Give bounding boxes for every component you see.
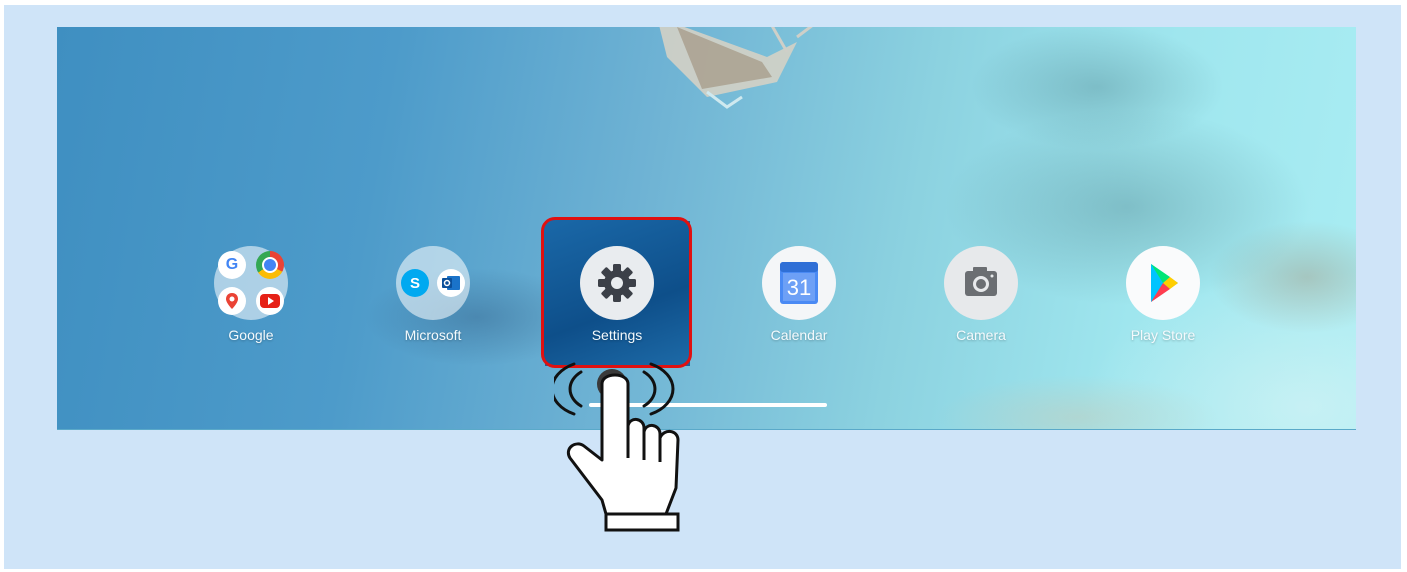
app-camera[interactable]: Camera (911, 246, 1051, 343)
calendar-date: 31 (786, 275, 812, 300)
play-store-icon (1126, 246, 1200, 320)
skype-icon: S (401, 269, 429, 297)
microsoft-folder-icon: S (396, 246, 470, 320)
maps-icon (218, 287, 246, 315)
app-google-folder[interactable]: G Google (181, 246, 321, 343)
chrome-icon (256, 251, 284, 279)
outlook-icon (437, 269, 465, 297)
app-settings[interactable]: Settings (547, 246, 687, 343)
gear-icon (580, 246, 654, 320)
app-microsoft-folder[interactable]: S Microsoft (363, 246, 503, 343)
youtube-icon (256, 287, 284, 315)
app-play-store[interactable]: Play Store (1093, 246, 1233, 343)
app-dock: G Google S Microsoft Settings 31 Calenda… (57, 27, 1356, 429)
tutorial-frame: G Google S Microsoft Settings 31 Calenda… (4, 5, 1401, 569)
calendar-icon: 31 (762, 246, 836, 320)
app-label: Play Store (1130, 327, 1196, 343)
app-label: Microsoft (404, 327, 462, 343)
google-g-icon: G (218, 251, 246, 279)
app-label: Calendar (770, 327, 828, 343)
app-label: Settings (591, 327, 643, 343)
google-folder-icon: G (214, 246, 288, 320)
tap-hand-icon (554, 362, 680, 532)
app-calendar[interactable]: 31 Calendar (729, 246, 869, 343)
app-label: Google (228, 327, 274, 343)
camera-icon (944, 246, 1018, 320)
app-label: Camera (956, 327, 1006, 343)
home-screen: G Google S Microsoft Settings 31 Calenda… (57, 27, 1356, 429)
